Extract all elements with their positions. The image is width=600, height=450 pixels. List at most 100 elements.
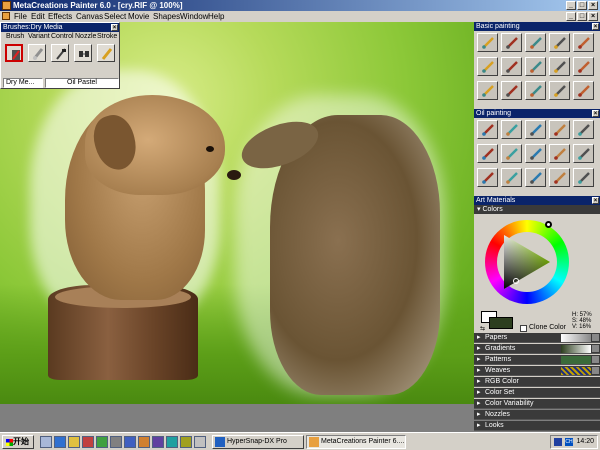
doc-close-icon[interactable]: × (588, 12, 598, 21)
brushes-submenu-control[interactable]: Control (51, 32, 74, 41)
quicklaunch-app1-icon[interactable] (82, 436, 94, 448)
swap-colors-icon[interactable]: ⇆ (480, 325, 485, 332)
basic-painting-brush-cell[interactable] (573, 33, 594, 52)
quicklaunch-folder-icon[interactable] (68, 436, 80, 448)
basic-painting-brush-cell[interactable] (549, 33, 570, 52)
brush-category-field[interactable]: Dry Me... (3, 78, 43, 88)
basic-painting-brush-cell[interactable] (573, 81, 594, 100)
crayon-tool[interactable] (5, 44, 23, 62)
basic-painting-brush-cell[interactable] (477, 57, 498, 76)
menu-help[interactable]: Help (208, 11, 224, 22)
brushes-submenu-stroke[interactable]: Stroke (97, 32, 117, 41)
quicklaunch-desktop-icon[interactable] (40, 436, 52, 448)
section-gradients[interactable]: ▸ Gradients (474, 344, 600, 354)
section-rgb-color[interactable]: ▸ RGB Color (474, 377, 600, 387)
start-button[interactable]: 开始 (2, 435, 34, 449)
basic-painting-brush-cell[interactable] (477, 33, 498, 52)
menu-shapes[interactable]: Shapes (153, 11, 180, 22)
section-papers[interactable]: ▸ Papers (474, 333, 600, 343)
secondary-color-swatch[interactable] (489, 317, 513, 329)
section-color-set[interactable]: ▸ Color Set (474, 388, 600, 398)
oil-painting-brush-cell[interactable] (525, 144, 546, 163)
gradients-menu-icon[interactable] (592, 345, 599, 352)
quicklaunch-app8-icon[interactable] (180, 436, 192, 448)
oil-painting-close-icon[interactable]: × (592, 110, 599, 117)
quicklaunch-app4-icon[interactable] (124, 436, 136, 448)
painter-app-icon[interactable] (2, 1, 11, 10)
oil-painting-brush-cell[interactable] (525, 120, 546, 139)
basic-painting-brush-cell[interactable] (501, 33, 522, 52)
close-icon[interactable]: × (588, 1, 598, 10)
oil-painting-brush-cell[interactable] (525, 168, 546, 187)
brushes-submenu-nozzle[interactable]: Nozzle (75, 32, 96, 41)
section-patterns[interactable]: ▸ Patterns (474, 355, 600, 365)
basic-painting-brush-cell[interactable] (525, 81, 546, 100)
brushes-palette-title[interactable]: Brushes:Dry Media (1, 23, 119, 32)
airbrush-tool[interactable] (51, 44, 69, 62)
document-icon[interactable] (2, 12, 10, 20)
quicklaunch-app3-icon[interactable] (110, 436, 122, 448)
quicklaunch-app7-icon[interactable] (166, 436, 178, 448)
weaves-menu-icon[interactable] (592, 367, 599, 374)
basic-painting-brush-cell[interactable] (501, 57, 522, 76)
oil-painting-brush-cell[interactable] (573, 168, 594, 187)
basic-painting-brush-cell[interactable] (549, 81, 570, 100)
art-materials-close-icon[interactable]: × (592, 197, 599, 204)
oil-painting-brush-cell[interactable] (477, 144, 498, 163)
section-color-variability[interactable]: ▸ Color Variability (474, 399, 600, 409)
patterns-menu-icon[interactable] (592, 356, 599, 363)
oil-painting-title[interactable]: Oil painting (474, 109, 600, 118)
basic-painting-brush-cell[interactable] (501, 81, 522, 100)
network-tray-icon[interactable] (554, 438, 562, 446)
quicklaunch-app6-icon[interactable] (152, 436, 164, 448)
section-weaves[interactable]: ▸ Weaves (474, 366, 600, 376)
oil-painting-brush-cell[interactable] (549, 168, 570, 187)
hue-ring-marker[interactable] (545, 221, 552, 228)
doc-restore-icon[interactable]: □ (577, 12, 587, 21)
section-nozzles[interactable]: ▸ Nozzles (474, 410, 600, 420)
menu-file[interactable]: File (14, 11, 27, 22)
menu-window[interactable]: Window (180, 11, 208, 22)
menu-edit[interactable]: Edit (31, 11, 45, 22)
oil-painting-brush-cell[interactable] (477, 120, 498, 139)
menu-movie[interactable]: Movie (128, 11, 149, 22)
clone-color-checkbox[interactable] (520, 325, 527, 332)
pastel-tool[interactable] (97, 44, 115, 62)
doc-minimize-icon[interactable]: _ (566, 12, 576, 21)
clock[interactable]: 14:20 (576, 438, 594, 445)
papers-menu-icon[interactable] (592, 334, 599, 341)
quicklaunch-app5-icon[interactable] (138, 436, 150, 448)
basic-painting-brush-cell[interactable] (573, 57, 594, 76)
quicklaunch-app2-icon[interactable] (96, 436, 108, 448)
pencils-tool[interactable] (74, 44, 92, 62)
menu-effects[interactable]: Effects (48, 11, 72, 22)
brushes-submenu-variant[interactable]: Variant (28, 32, 50, 41)
minimize-icon[interactable]: _ (566, 1, 576, 10)
oil-painting-brush-cell[interactable] (501, 168, 522, 187)
eraser-tool[interactable] (28, 44, 46, 62)
basic-painting-close-icon[interactable]: × (592, 23, 599, 30)
oil-painting-brush-cell[interactable] (501, 144, 522, 163)
basic-painting-brush-cell[interactable] (477, 81, 498, 100)
section-looks[interactable]: ▸ Looks (474, 421, 600, 431)
language-indicator[interactable]: CH (565, 438, 573, 446)
oil-painting-brush-cell[interactable] (573, 120, 594, 139)
basic-painting-brush-cell[interactable] (549, 57, 570, 76)
basic-painting-brush-cell[interactable] (525, 33, 546, 52)
saturation-value-triangle[interactable] (504, 235, 550, 289)
quicklaunch-ie-icon[interactable] (54, 436, 66, 448)
basic-painting-brush-cell[interactable] (525, 57, 546, 76)
art-materials-title[interactable]: Art Materials (474, 196, 600, 205)
task-hypersnap[interactable]: HyperSnap-DX Pro (212, 435, 304, 449)
task-painter[interactable]: MetaCreations Painter 6.... (306, 435, 406, 449)
oil-painting-brush-cell[interactable] (549, 120, 570, 139)
brushes-submenu-brush[interactable]: Brush (6, 32, 24, 41)
menu-canvas[interactable]: Canvas (76, 11, 103, 22)
oil-painting-brush-cell[interactable] (477, 168, 498, 187)
oil-painting-brush-cell[interactable] (573, 144, 594, 163)
oil-painting-brush-cell[interactable] (549, 144, 570, 163)
brushes-palette-close-icon[interactable]: × (111, 24, 118, 31)
menu-select[interactable]: Select (104, 11, 126, 22)
brush-variant-field[interactable]: Oil Pastel (45, 78, 119, 88)
colors-section-header[interactable]: ▾ Colors (474, 205, 600, 214)
